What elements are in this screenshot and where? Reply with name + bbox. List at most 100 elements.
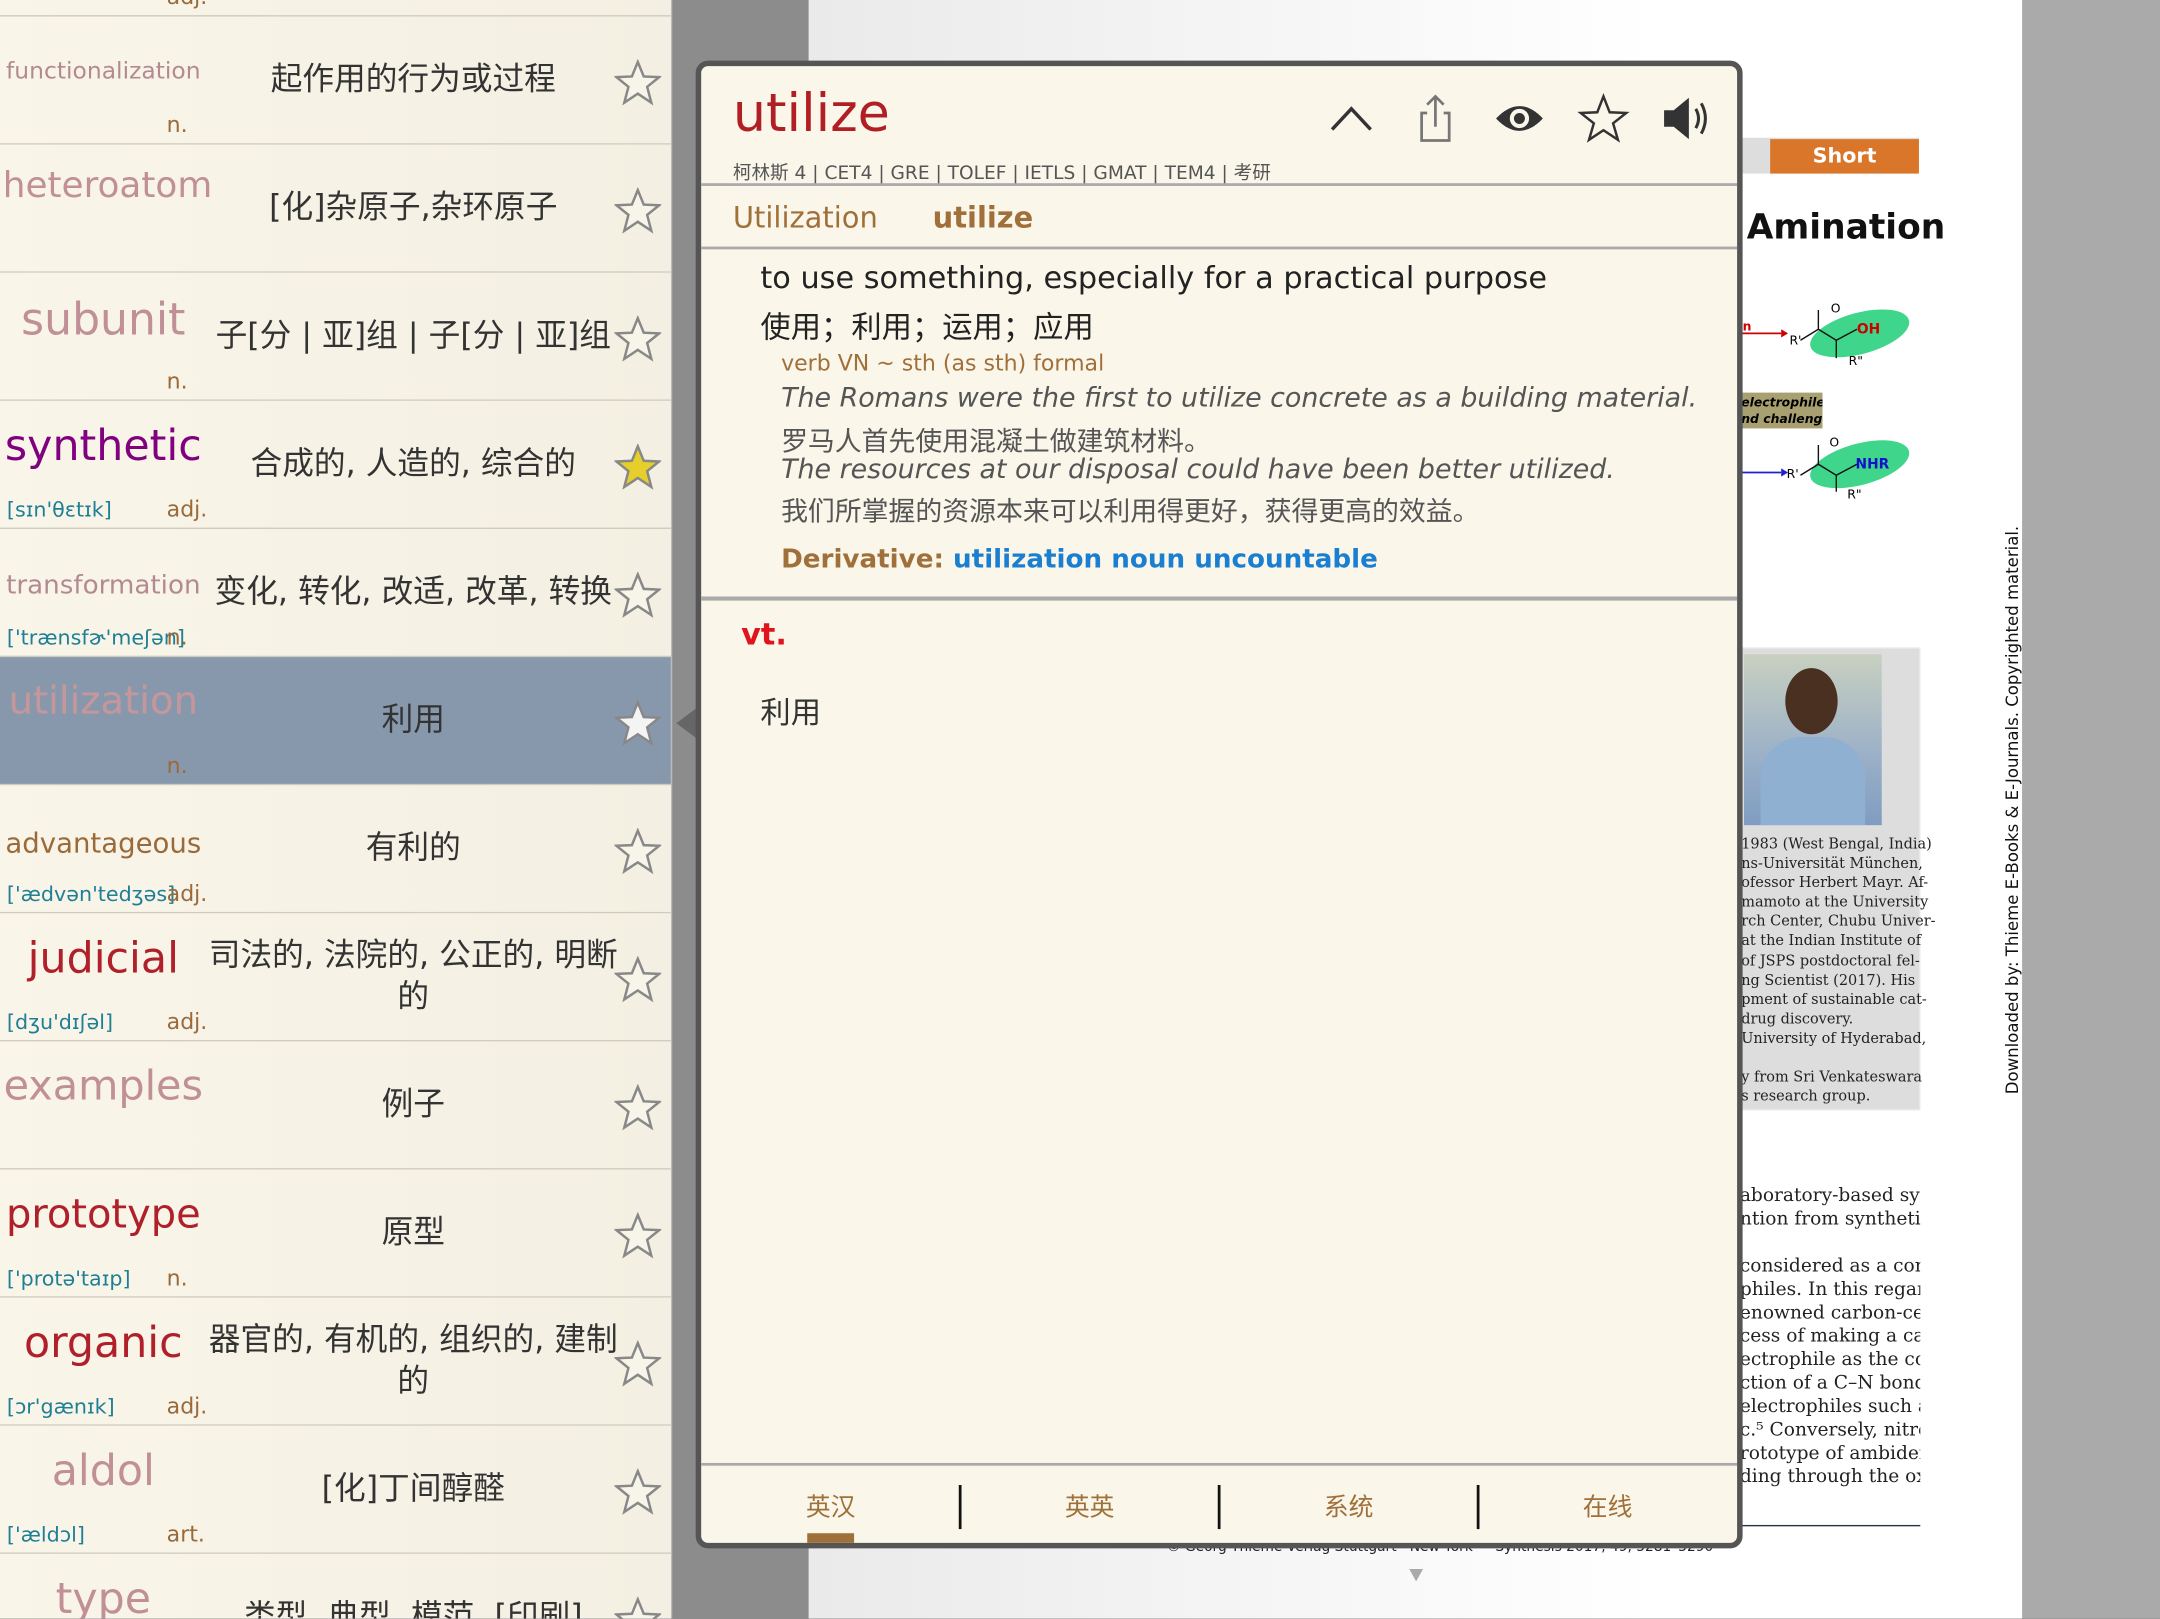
- article-title: Amination: [1746, 206, 1946, 247]
- derivative-link[interactable]: utilization noun uncountable: [953, 544, 1378, 574]
- list-word: prototype: [5, 1190, 201, 1238]
- list-item[interactable]: prototype ['protə'taɪp] n. 原型: [0, 1169, 671, 1298]
- headword: utilize: [732, 82, 890, 144]
- list-word: subunit: [21, 293, 186, 346]
- part-of-speech: vt.: [741, 618, 787, 653]
- part-of-speech: art.: [166, 1520, 205, 1547]
- scroll-down-icon[interactable]: [1409, 1569, 1424, 1583]
- list-word: type: [55, 1574, 152, 1619]
- body-line: considered as a com-: [1739, 1254, 1921, 1277]
- star-icon[interactable]: [614, 1084, 662, 1131]
- example-en: The resources at our disposal could have…: [781, 453, 1615, 485]
- list-word: functionalization: [6, 57, 201, 86]
- form-link[interactable]: utilize: [933, 201, 1034, 234]
- form-link[interactable]: Utilization: [733, 201, 878, 234]
- list-item[interactable]: examples 例子: [0, 1041, 671, 1170]
- caption-line: at the Indian Institute of: [1741, 933, 1922, 950]
- list-item[interactable]: organic [ɔr'gænɪk] adj. 器官的, 有机的, 组织的, 建制的: [0, 1297, 671, 1426]
- author-photo: [1743, 654, 1882, 826]
- list-item[interactable]: functionalization n. 起作用的行为或过程: [0, 16, 671, 145]
- scheme-label: NHR: [1855, 457, 1890, 473]
- list-meaning: [化]杂原子,杂环原子: [269, 190, 558, 226]
- exam-tags: 柯林斯 4 | CET4 | GRE | TOLEF | IETLS | GMA…: [732, 162, 1271, 185]
- star-icon[interactable]: [614, 1596, 662, 1619]
- list-word: advantageous: [5, 826, 202, 860]
- definition-en: to use something, especially for a pract…: [760, 261, 1548, 297]
- scheme-box-line: electrophile: [1741, 396, 1823, 411]
- list-item[interactable]: aldol ['ældɔl] art. [化]丁间醇醛: [0, 1425, 671, 1554]
- author-bio-box: 1983 (West Bengal, India) ns-Universität …: [1739, 647, 1936, 1111]
- star-icon[interactable]: [1576, 91, 1631, 146]
- list-meaning: 例子: [381, 1086, 445, 1123]
- separator: [701, 596, 1738, 601]
- tab-system[interactable]: 系统: [1219, 1488, 1478, 1524]
- star-icon[interactable]: [614, 59, 662, 106]
- list-item[interactable]: synthetic [sɪn'θɛtɪk] adj. 合成的, 人造的, 综合的: [0, 400, 671, 529]
- list-item[interactable]: advantageous ['ædvən'tedʒəs] adj. 有利的: [0, 785, 671, 914]
- star-icon[interactable]: [614, 1340, 662, 1387]
- caption-line: of JSPS postdoctoral fel-: [1741, 952, 1920, 970]
- star-icon[interactable]: [614, 187, 662, 234]
- share-icon[interactable]: [1408, 91, 1463, 146]
- list-word: judicial: [27, 933, 179, 984]
- author-caption: 1983 (West Bengal, India) ns-Universität …: [1741, 835, 1935, 1107]
- body-line: ding through the oxy-: [1739, 1465, 1920, 1488]
- list-meaning: 变化, 转化, 改适, 改革, 转换: [214, 574, 612, 611]
- scheme-label: O: [1830, 303, 1841, 317]
- scheme-label: O: [1829, 436, 1840, 451]
- tab-english-english[interactable]: 英英: [960, 1488, 1219, 1524]
- star-icon[interactable]: [614, 827, 662, 875]
- star-icon[interactable]: [614, 315, 662, 362]
- list-item[interactable]: transformation ['trænsfɚ'meʃən] n. 变化, 转化, …: [0, 528, 671, 658]
- list-meaning: 司法的, 法院的, 公正的, 明断的: [208, 938, 618, 1016]
- list-word: examples: [3, 1062, 204, 1111]
- pronunciation: ['protə'taɪp]: [6, 1265, 131, 1291]
- meaning-zh: 利用: [760, 697, 822, 732]
- list-item[interactable]: heteroatom [化]杂原子,杂环原子: [0, 144, 671, 273]
- word-list[interactable]: adj. functionalization n. 起作用的行为或过程 heteroa…: [0, 0, 673, 1619]
- list-item[interactable]: type 类型, 典型, 模范, [印刷]: [0, 1553, 671, 1619]
- list-word: transformation: [6, 570, 201, 601]
- list-meaning: [化]丁间醇醛: [321, 1471, 505, 1508]
- star-filled-icon[interactable]: [614, 443, 662, 491]
- list-word: organic: [23, 1318, 183, 1368]
- body-line: rototype of ambident: [1739, 1442, 1921, 1465]
- part-of-speech: adj.: [167, 0, 208, 10]
- caption-line: rch Center, Chubu Univer-: [1741, 913, 1936, 931]
- grammar-note: verb VN ~ sth (as sth) formal: [781, 349, 1105, 377]
- scheme-label: n: [1742, 320, 1752, 335]
- list-item[interactable]: subunit n. 子[分 | 亚]组 | 子[分 | 亚]组: [0, 272, 671, 401]
- list-item[interactable]: judicial [dʒu'dɪʃəl] adj. 司法的, 法院的, 公正的, 明断…: [0, 913, 671, 1042]
- tab-english-chinese[interactable]: 英汉: [701, 1488, 960, 1524]
- body-line: ectrophile as the cou-: [1739, 1348, 1920, 1371]
- part-of-speech: adj.: [166, 1392, 208, 1419]
- star-icon[interactable]: [614, 1468, 662, 1515]
- caption-line: drug discovery.: [1741, 1010, 1854, 1028]
- tab-online[interactable]: 在线: [1478, 1488, 1737, 1524]
- pronunciation: ['ædvən'tedʒəs]: [6, 881, 176, 907]
- caption-line: University of Hyderabad,: [1741, 1030, 1927, 1047]
- star-icon[interactable]: [614, 1212, 662, 1259]
- star-icon[interactable]: [614, 699, 662, 747]
- part-of-speech: n.: [166, 752, 188, 779]
- caption-line: mamoto at the University: [1741, 894, 1929, 911]
- part-of-speech: n.: [166, 111, 188, 138]
- example-zh: 我们所掌握的资源本来可以利用得更好，获得更高的效益。: [781, 495, 1480, 528]
- star-icon[interactable]: [614, 956, 662, 1003]
- list-word: aldol: [51, 1446, 155, 1497]
- body-line: electrophiles such as: [1739, 1395, 1921, 1418]
- caption-line: ng Scientist (2017). His: [1741, 972, 1916, 989]
- pronunciation: [ɔr'gænɪk]: [6, 1394, 115, 1419]
- pronunciation: [sɪn'θɛtɪk]: [6, 497, 112, 523]
- list-item[interactable]: utilization n. 利用: [0, 657, 671, 786]
- list-item-partial[interactable]: adj.: [0, 0, 671, 17]
- speaker-icon[interactable]: [1659, 91, 1714, 146]
- eye-icon[interactable]: [1492, 91, 1547, 146]
- chevron-up-icon[interactable]: [1324, 91, 1379, 146]
- derivative-label: Derivative:: [781, 544, 944, 575]
- star-icon[interactable]: [614, 571, 662, 619]
- list-meaning: 有利的: [365, 830, 461, 867]
- short-review-badge: Short Review: [1770, 139, 1919, 202]
- caption-line: y from Sri Venkateswara: [1741, 1069, 1923, 1086]
- copyright-side-note: Downloaded by: Thieme E-Books & E-Journa…: [2002, 525, 2023, 1095]
